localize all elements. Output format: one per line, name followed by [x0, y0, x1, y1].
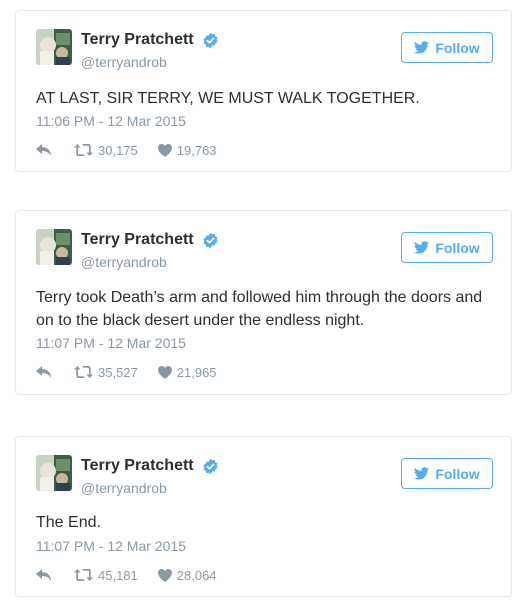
tweet-actions: 45,181 28,064	[36, 566, 217, 584]
reply-button[interactable]	[36, 568, 52, 582]
author-handle[interactable]: @terryandrob	[81, 480, 167, 496]
verified-badge-icon	[203, 232, 218, 249]
author-name[interactable]: Terry Pratchett	[81, 457, 194, 475]
tweet-card: Terry Pratchett @terryandrob Follow The …	[15, 436, 512, 597]
like-button[interactable]: 21,965	[157, 364, 217, 380]
reply-icon	[36, 365, 51, 378]
avatar[interactable]	[36, 229, 72, 265]
tweet-actions: 30,175 19,763	[36, 141, 217, 159]
twitter-bird-icon	[414, 241, 430, 254]
follow-button[interactable]: Follow	[401, 458, 493, 489]
verified-badge-icon	[203, 458, 218, 475]
heart-icon	[157, 568, 172, 582]
follow-button-label: Follow	[435, 239, 480, 256]
reply-icon	[36, 143, 51, 156]
retweet-button[interactable]: 35,527	[74, 365, 138, 380]
follow-button[interactable]: Follow	[401, 232, 493, 263]
retweet-count: 30,175	[98, 142, 138, 158]
verified-badge-icon	[203, 32, 218, 49]
follow-button[interactable]: Follow	[401, 32, 493, 63]
avatar[interactable]	[36, 29, 72, 65]
twitter-bird-icon	[414, 467, 430, 480]
like-count: 28,064	[176, 567, 217, 583]
reply-button[interactable]	[36, 365, 52, 379]
author-handle[interactable]: @terryandrob	[81, 54, 167, 70]
follow-button-label: Follow	[435, 465, 480, 482]
author-handle[interactable]: @terryandrob	[81, 254, 167, 270]
retweet-icon	[74, 569, 93, 581]
avatar[interactable]	[36, 455, 72, 491]
author-name[interactable]: Terry Pratchett	[81, 31, 194, 49]
like-count: 21,965	[176, 364, 217, 380]
tweet-text: AT LAST, SIR TERRY, WE MUST WALK TOGETHE…	[36, 90, 420, 107]
tweet-timestamp[interactable]: 11:07 PM - 12 Mar 2015	[36, 538, 186, 554]
reply-icon	[36, 568, 51, 581]
retweet-count: 35,527	[98, 364, 138, 380]
heart-icon	[157, 143, 172, 157]
tweet-actions: 35,527 21,965	[36, 363, 217, 381]
tweet-card: Terry Pratchett @terryandrob Follow Terr…	[15, 210, 512, 395]
tweet-text: Terry took Death’s arm and followed him …	[36, 289, 483, 329]
reply-button[interactable]	[36, 143, 52, 157]
like-count: 19,763	[176, 142, 217, 158]
like-button[interactable]: 28,064	[157, 567, 217, 583]
heart-icon	[157, 365, 172, 379]
follow-button-label: Follow	[435, 39, 480, 56]
tweet-timestamp[interactable]: 11:07 PM - 12 Mar 2015	[36, 335, 186, 351]
tweet-card: Terry Pratchett @terryandrob Follow AT L…	[15, 10, 512, 172]
tweet-timestamp[interactable]: 11:06 PM - 12 Mar 2015	[36, 113, 186, 129]
retweet-icon	[74, 144, 93, 156]
retweet-button[interactable]: 30,175	[74, 143, 138, 158]
retweet-count: 45,181	[98, 567, 138, 583]
tweet-text: The End.	[36, 514, 101, 531]
retweet-icon	[74, 366, 93, 378]
twitter-bird-icon	[414, 41, 430, 54]
retweet-button[interactable]: 45,181	[74, 568, 138, 583]
author-name[interactable]: Terry Pratchett	[81, 231, 194, 249]
like-button[interactable]: 19,763	[157, 142, 217, 158]
